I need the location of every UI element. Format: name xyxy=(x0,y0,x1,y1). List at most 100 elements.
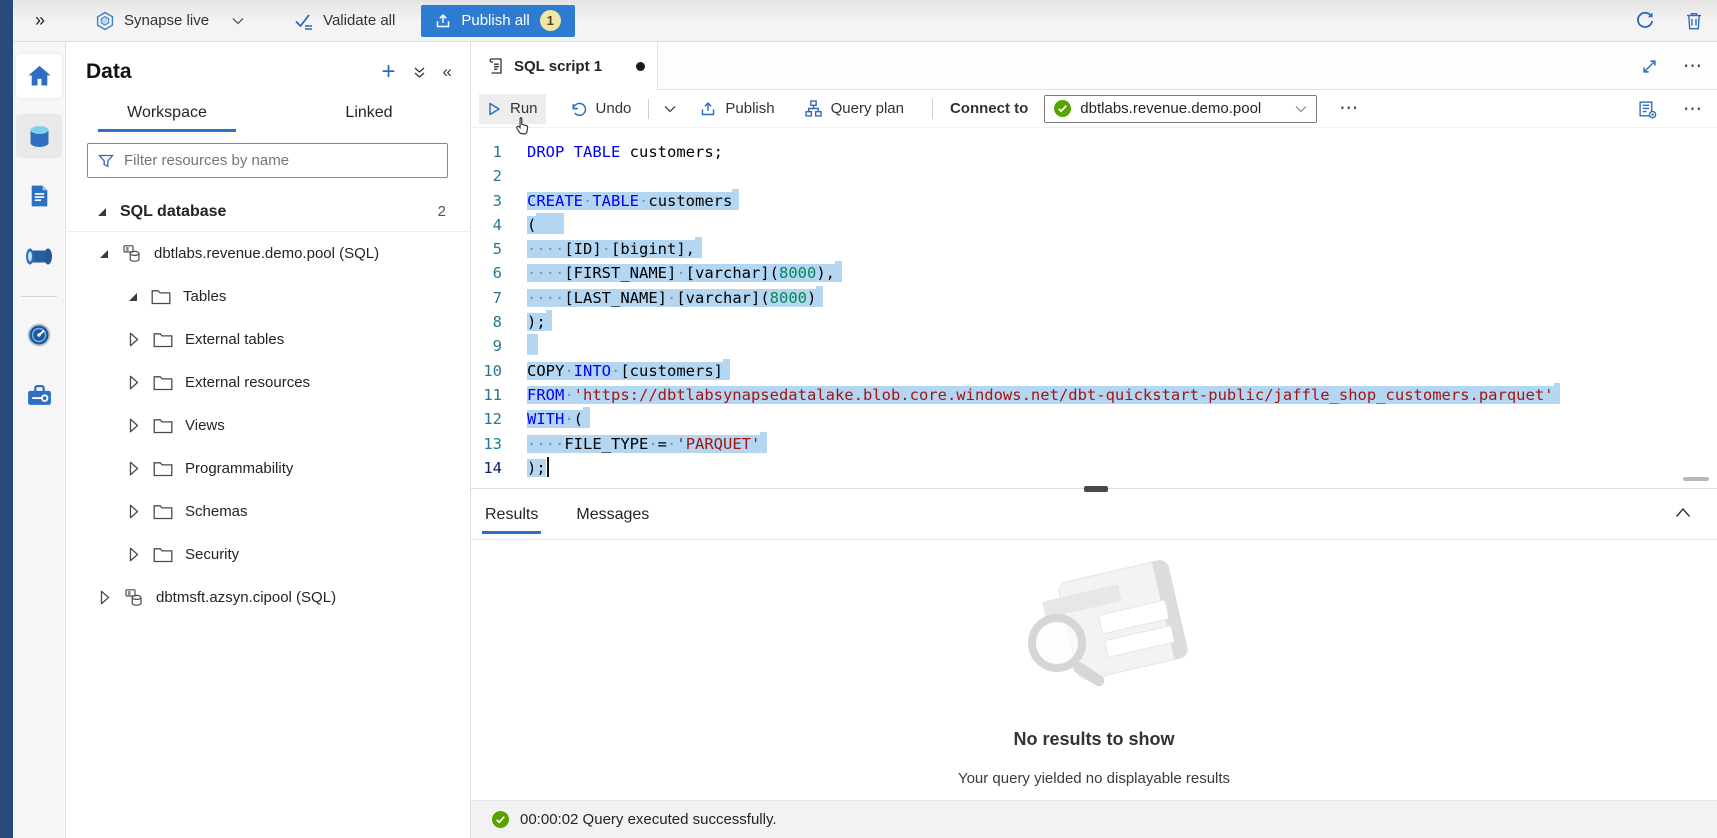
filter-input[interactable] xyxy=(124,152,437,169)
double-chevron-down-icon[interactable] xyxy=(413,66,426,79)
expand-sidebar-icon[interactable]: » xyxy=(13,10,65,31)
line-number: 13 xyxy=(471,432,527,456)
tree-item[interactable]: External resources xyxy=(66,361,470,404)
code-line[interactable]: 14); xyxy=(471,456,1717,480)
tree-item[interactable]: Schemas xyxy=(66,490,470,533)
line-number: 2 xyxy=(471,164,527,188)
tree-item[interactable]: Security xyxy=(66,533,470,576)
chevron-collapsed-icon xyxy=(129,418,139,433)
success-check-icon xyxy=(492,811,509,828)
collapse-results-chevron-icon[interactable] xyxy=(1675,507,1691,518)
code-text: WITH·( xyxy=(527,407,590,431)
code-text: ····[FIRST_NAME]·[varchar](8000), xyxy=(527,261,842,285)
tree-root-sql-database[interactable]: SQL database 2 xyxy=(66,192,470,232)
query-plan-button[interactable]: Query plan xyxy=(797,94,912,124)
rail-monitor-gauge-button[interactable] xyxy=(16,313,62,357)
tab-more-actions-icon[interactable]: ⋯ xyxy=(1683,55,1703,78)
line-number: 8 xyxy=(471,310,527,334)
tree-item-label: dbtmsft.azsyn.cipool (SQL) xyxy=(156,589,336,606)
rail-home-button[interactable] xyxy=(16,54,62,98)
code-line[interactable]: 1DROP TABLE customers; xyxy=(471,140,1717,164)
pool-select-dropdown[interactable]: dbtlabs.revenue.demo.pool xyxy=(1044,95,1317,123)
publish-label: Publish xyxy=(725,100,774,117)
code-line[interactable]: 4( xyxy=(471,213,1717,237)
toolbar-divider xyxy=(648,99,649,119)
publish-all-button[interactable]: Publish all 1 xyxy=(421,5,574,37)
line-number: 4 xyxy=(471,213,527,237)
tree-item[interactable]: Tables xyxy=(66,275,470,318)
properties-icon[interactable] xyxy=(1638,100,1657,119)
chevron-expanded-icon xyxy=(129,293,137,301)
code-line[interactable]: 11FROM·'https://dbtlabsynapsedatalake.bl… xyxy=(471,383,1717,407)
refresh-icon[interactable] xyxy=(1635,11,1655,31)
filter-box[interactable] xyxy=(87,143,448,178)
tree-item[interactable]: Views xyxy=(66,404,470,447)
undo-button[interactable]: Undo xyxy=(562,94,640,124)
query-status-text: 00:00:02 Query executed successfully. xyxy=(520,811,777,828)
validate-all-label: Validate all xyxy=(323,12,395,29)
tree-item-label: Tables xyxy=(183,288,226,305)
results-empty-state: No results to show Your query yielded no… xyxy=(471,540,1717,800)
sql-script-icon xyxy=(486,56,504,76)
manage-toolbox-icon xyxy=(26,383,53,408)
code-line[interactable]: 5····[ID]·[bigint], xyxy=(471,237,1717,261)
editor-more-actions-icon[interactable]: ⋯ xyxy=(1683,98,1703,121)
tab-workspace[interactable]: Workspace xyxy=(66,96,268,132)
collapse-panel-icon[interactable]: « xyxy=(443,62,452,82)
sql-pool-icon xyxy=(124,588,144,608)
add-resource-button[interactable]: + xyxy=(382,62,396,82)
rail-manage-toolbox-button[interactable] xyxy=(16,373,62,417)
empty-results-subtitle: Your query yielded no displayable result… xyxy=(471,770,1717,787)
tab-linked[interactable]: Linked xyxy=(268,96,470,132)
discard-trash-icon[interactable] xyxy=(1685,11,1703,31)
undo-label: Undo xyxy=(596,100,632,117)
tree-item-label: dbtlabs.revenue.demo.pool (SQL) xyxy=(154,245,379,262)
run-button[interactable]: Run xyxy=(479,94,546,124)
tree-item[interactable]: dbtlabs.revenue.demo.pool (SQL) xyxy=(66,232,470,275)
code-text: ( xyxy=(527,213,564,237)
develop-document-icon xyxy=(27,183,52,209)
code-line[interactable]: 3CREATE·TABLE·customers xyxy=(471,189,1717,213)
tree-item[interactable]: Programmability xyxy=(66,447,470,490)
tab-messages[interactable]: Messages xyxy=(576,491,649,540)
code-line[interactable]: 13····FILE_TYPE·=·'PARQUET' xyxy=(471,432,1717,456)
tree-item[interactable]: dbtmsft.azsyn.cipool (SQL) xyxy=(66,576,470,619)
rail-integrate-pipeline-button[interactable] xyxy=(16,234,62,278)
play-icon xyxy=(487,102,501,116)
folder-icon xyxy=(153,418,173,434)
code-line[interactable]: 10COPY·INTO·[customers] xyxy=(471,359,1717,383)
code-text: COPY·INTO·[customers] xyxy=(527,359,730,383)
chevron-collapsed-icon xyxy=(129,461,139,476)
chevron-collapsed-icon xyxy=(129,504,139,519)
tree-item[interactable]: External tables xyxy=(66,318,470,361)
code-text: ); xyxy=(527,456,549,480)
monitor-gauge-icon xyxy=(26,322,52,348)
scrollbar-sliver[interactable] xyxy=(1683,477,1709,481)
tree-root-label: SQL database xyxy=(120,203,438,221)
line-number: 11 xyxy=(471,383,527,407)
tab-sql-script-1[interactable]: SQL script 1 xyxy=(471,42,658,90)
line-number: 9 xyxy=(471,334,527,358)
branch-mode-selector[interactable]: Synapse live xyxy=(83,5,256,37)
code-line[interactable]: 8); xyxy=(471,310,1717,334)
code-line[interactable]: 2 xyxy=(471,164,1717,188)
empty-results-title: No results to show xyxy=(471,729,1717,750)
run-options-chevron-icon[interactable] xyxy=(658,105,682,113)
validate-all-button[interactable]: Validate all xyxy=(282,5,407,37)
publish-button[interactable]: Publish xyxy=(692,94,782,124)
code-line[interactable]: 6····[FIRST_NAME]·[varchar](8000), xyxy=(471,261,1717,285)
publish-all-label: Publish all xyxy=(461,12,529,29)
toolbar-more-actions-icon[interactable]: ⋯ xyxy=(1339,97,1359,120)
text-cursor xyxy=(547,457,549,477)
code-line[interactable]: 7····[LAST_NAME]·[varchar](8000) xyxy=(471,286,1717,310)
code-line[interactable]: 9 xyxy=(471,334,1717,358)
rail-database-button[interactable] xyxy=(16,114,62,158)
data-panel: Data + « Workspace Linked SQL database xyxy=(66,42,471,838)
publish-upload-icon xyxy=(700,101,716,117)
line-number: 1 xyxy=(471,140,527,164)
expand-editor-icon[interactable] xyxy=(1642,59,1657,74)
tab-results[interactable]: Results xyxy=(485,491,538,540)
code-line[interactable]: 12WITH·( xyxy=(471,407,1717,431)
sql-code-editor[interactable]: 1DROP TABLE customers;23CREATE·TABLE·cus… xyxy=(471,128,1717,489)
rail-develop-document-button[interactable] xyxy=(16,174,62,218)
